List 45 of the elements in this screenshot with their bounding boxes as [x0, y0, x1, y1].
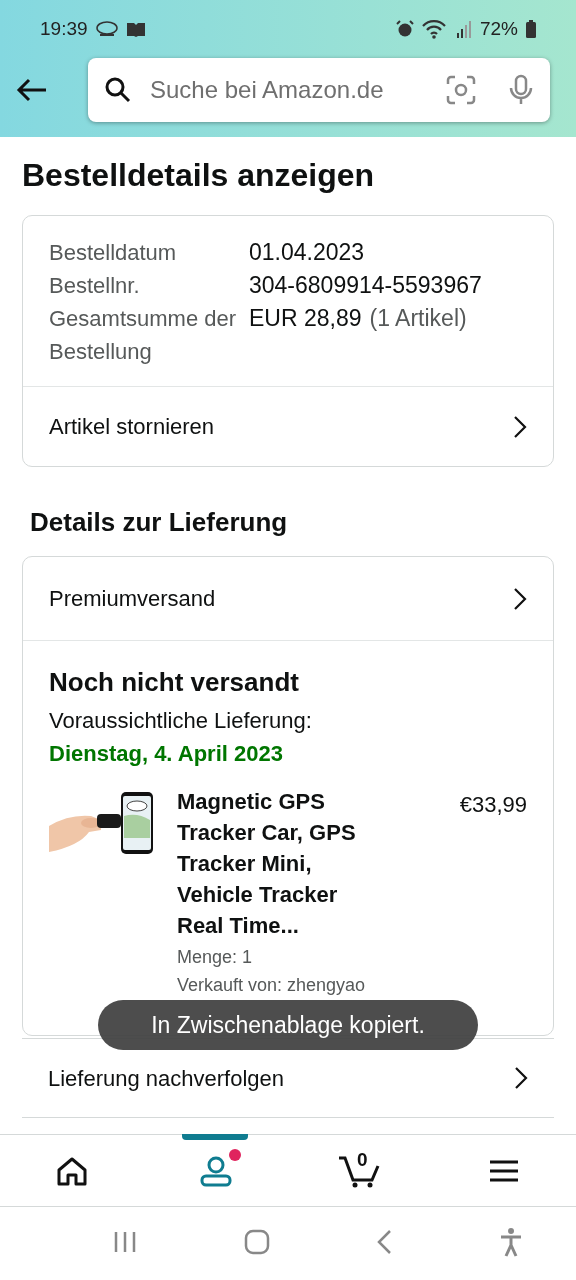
status-time: 19:39 — [40, 16, 88, 41]
signal-icon — [455, 20, 472, 38]
seller-text: Verkauft von: zhengyao — [177, 974, 367, 997]
search-icon — [104, 76, 132, 104]
field-label: Bestellnr. — [49, 272, 141, 300]
item-count: (1 Artikel) — [369, 305, 467, 331]
field-value: 01.04.2023 — [249, 238, 365, 267]
alarm-icon — [395, 20, 414, 38]
home-button-icon[interactable] — [243, 1229, 270, 1255]
home-icon — [56, 1155, 88, 1186]
book-icon — [125, 21, 146, 37]
delivery-estimate-label: Voraussichtliche Lieferung: — [49, 707, 313, 735]
accessibility-icon[interactable] — [498, 1227, 523, 1257]
battery-level: 72% — [479, 16, 518, 41]
field-label: Bestelldatum — [49, 239, 178, 267]
chevron-right-icon — [514, 1066, 528, 1090]
app-notification-icon — [95, 21, 118, 37]
back-arrow-icon[interactable] — [16, 78, 48, 102]
product-title-link[interactable]: Magnetic GPS Tracker Car, GPS Tracker Mini, Vehicle Tracker Real Time... — [177, 786, 377, 941]
shipment-status: Noch nicht versandt — [49, 666, 300, 699]
microphone-icon[interactable] — [508, 74, 534, 106]
delivery-date: Dienstag, 4. April 2023 — [49, 740, 284, 768]
search-field[interactable]: Suche bei Amazon.de — [148, 71, 418, 109]
person-icon — [199, 1154, 233, 1187]
recent-apps-icon[interactable] — [113, 1230, 138, 1254]
search-bar[interactable]: Suche bei Amazon.de — [88, 58, 550, 122]
field-value: EUR 28,89 — [249, 305, 362, 331]
cancel-items-link[interactable]: Artikel stornieren — [23, 386, 553, 466]
nav-tab[interactable]: 0 — [288, 1135, 432, 1206]
quantity-text: Menge: 1 — [177, 946, 254, 969]
shipping-method-link[interactable]: Premiumversand — [23, 557, 553, 641]
product-price: €33,99 — [459, 791, 527, 819]
back-icon[interactable] — [376, 1229, 393, 1255]
toast-message: In Zwischenablage kopiert. — [98, 1000, 478, 1050]
page-title: Bestelldetails anzeigen — [22, 156, 376, 195]
battery-icon — [526, 20, 536, 38]
field-value: 304-6809914-5593967 — [249, 271, 482, 300]
chevron-right-icon — [513, 586, 527, 611]
field-label: Gesamtsumme der Bestellung — [49, 305, 238, 366]
camera-scan-icon[interactable] — [446, 75, 476, 105]
section-title: Details zur Lieferung — [30, 506, 289, 539]
chevron-right-icon — [513, 414, 527, 439]
wifi-icon — [421, 19, 448, 39]
menu-icon — [489, 1158, 519, 1183]
cart-count: 0 — [357, 1147, 368, 1172]
